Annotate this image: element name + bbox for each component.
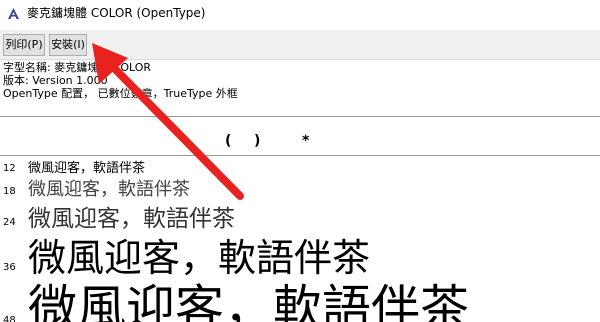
glyph-open-paren: ( [225, 133, 232, 149]
glyph-asterisk: * [302, 133, 310, 149]
sample-size-label: 24 [3, 217, 16, 228]
print-button[interactable]: 列印(P) [3, 34, 45, 56]
install-button[interactable]: 安裝(I) [49, 34, 87, 56]
sample-text: 微風迎客，軟語伴茶 [28, 161, 146, 176]
sample-size-label: 12 [3, 163, 16, 174]
divider [0, 155, 600, 156]
glyph-sample-row: ( ) * [0, 117, 600, 155]
toolbar: 列印(P) 安裝(I) [0, 30, 600, 60]
font-name-line: 字型名稱: 麥克鏞塊體 COLOR [3, 61, 152, 74]
title-bar: 麥克鏞塊體 COLOR (OpenType) [0, 0, 600, 30]
sample-size-label: 36 [3, 262, 16, 273]
sample-text: 微風迎客，軟語伴茶 [28, 179, 190, 200]
sample-text: 微風迎客，軟語伴茶 [28, 206, 235, 232]
font-file-icon [8, 8, 19, 19]
font-info: 字型名稱: 麥克鏞塊體 COLOR 版本: Version 1.000 Open… [3, 61, 593, 100]
sample-size-label: 48 [3, 315, 16, 322]
window-title: 麥克鏞塊體 COLOR (OpenType) [27, 6, 206, 20]
glyph-close-paren: ) [254, 133, 261, 149]
sample-text: 微風迎客，軟語伴茶 [28, 280, 470, 322]
font-version-line: 版本: Version 1.000 [3, 74, 108, 87]
font-type-line: OpenType 配置， 已數位簽章，TrueType 外框 [3, 87, 238, 100]
sample-size-label: 18 [3, 186, 16, 197]
sample-text: 微風迎客，軟語伴茶 [28, 236, 371, 280]
